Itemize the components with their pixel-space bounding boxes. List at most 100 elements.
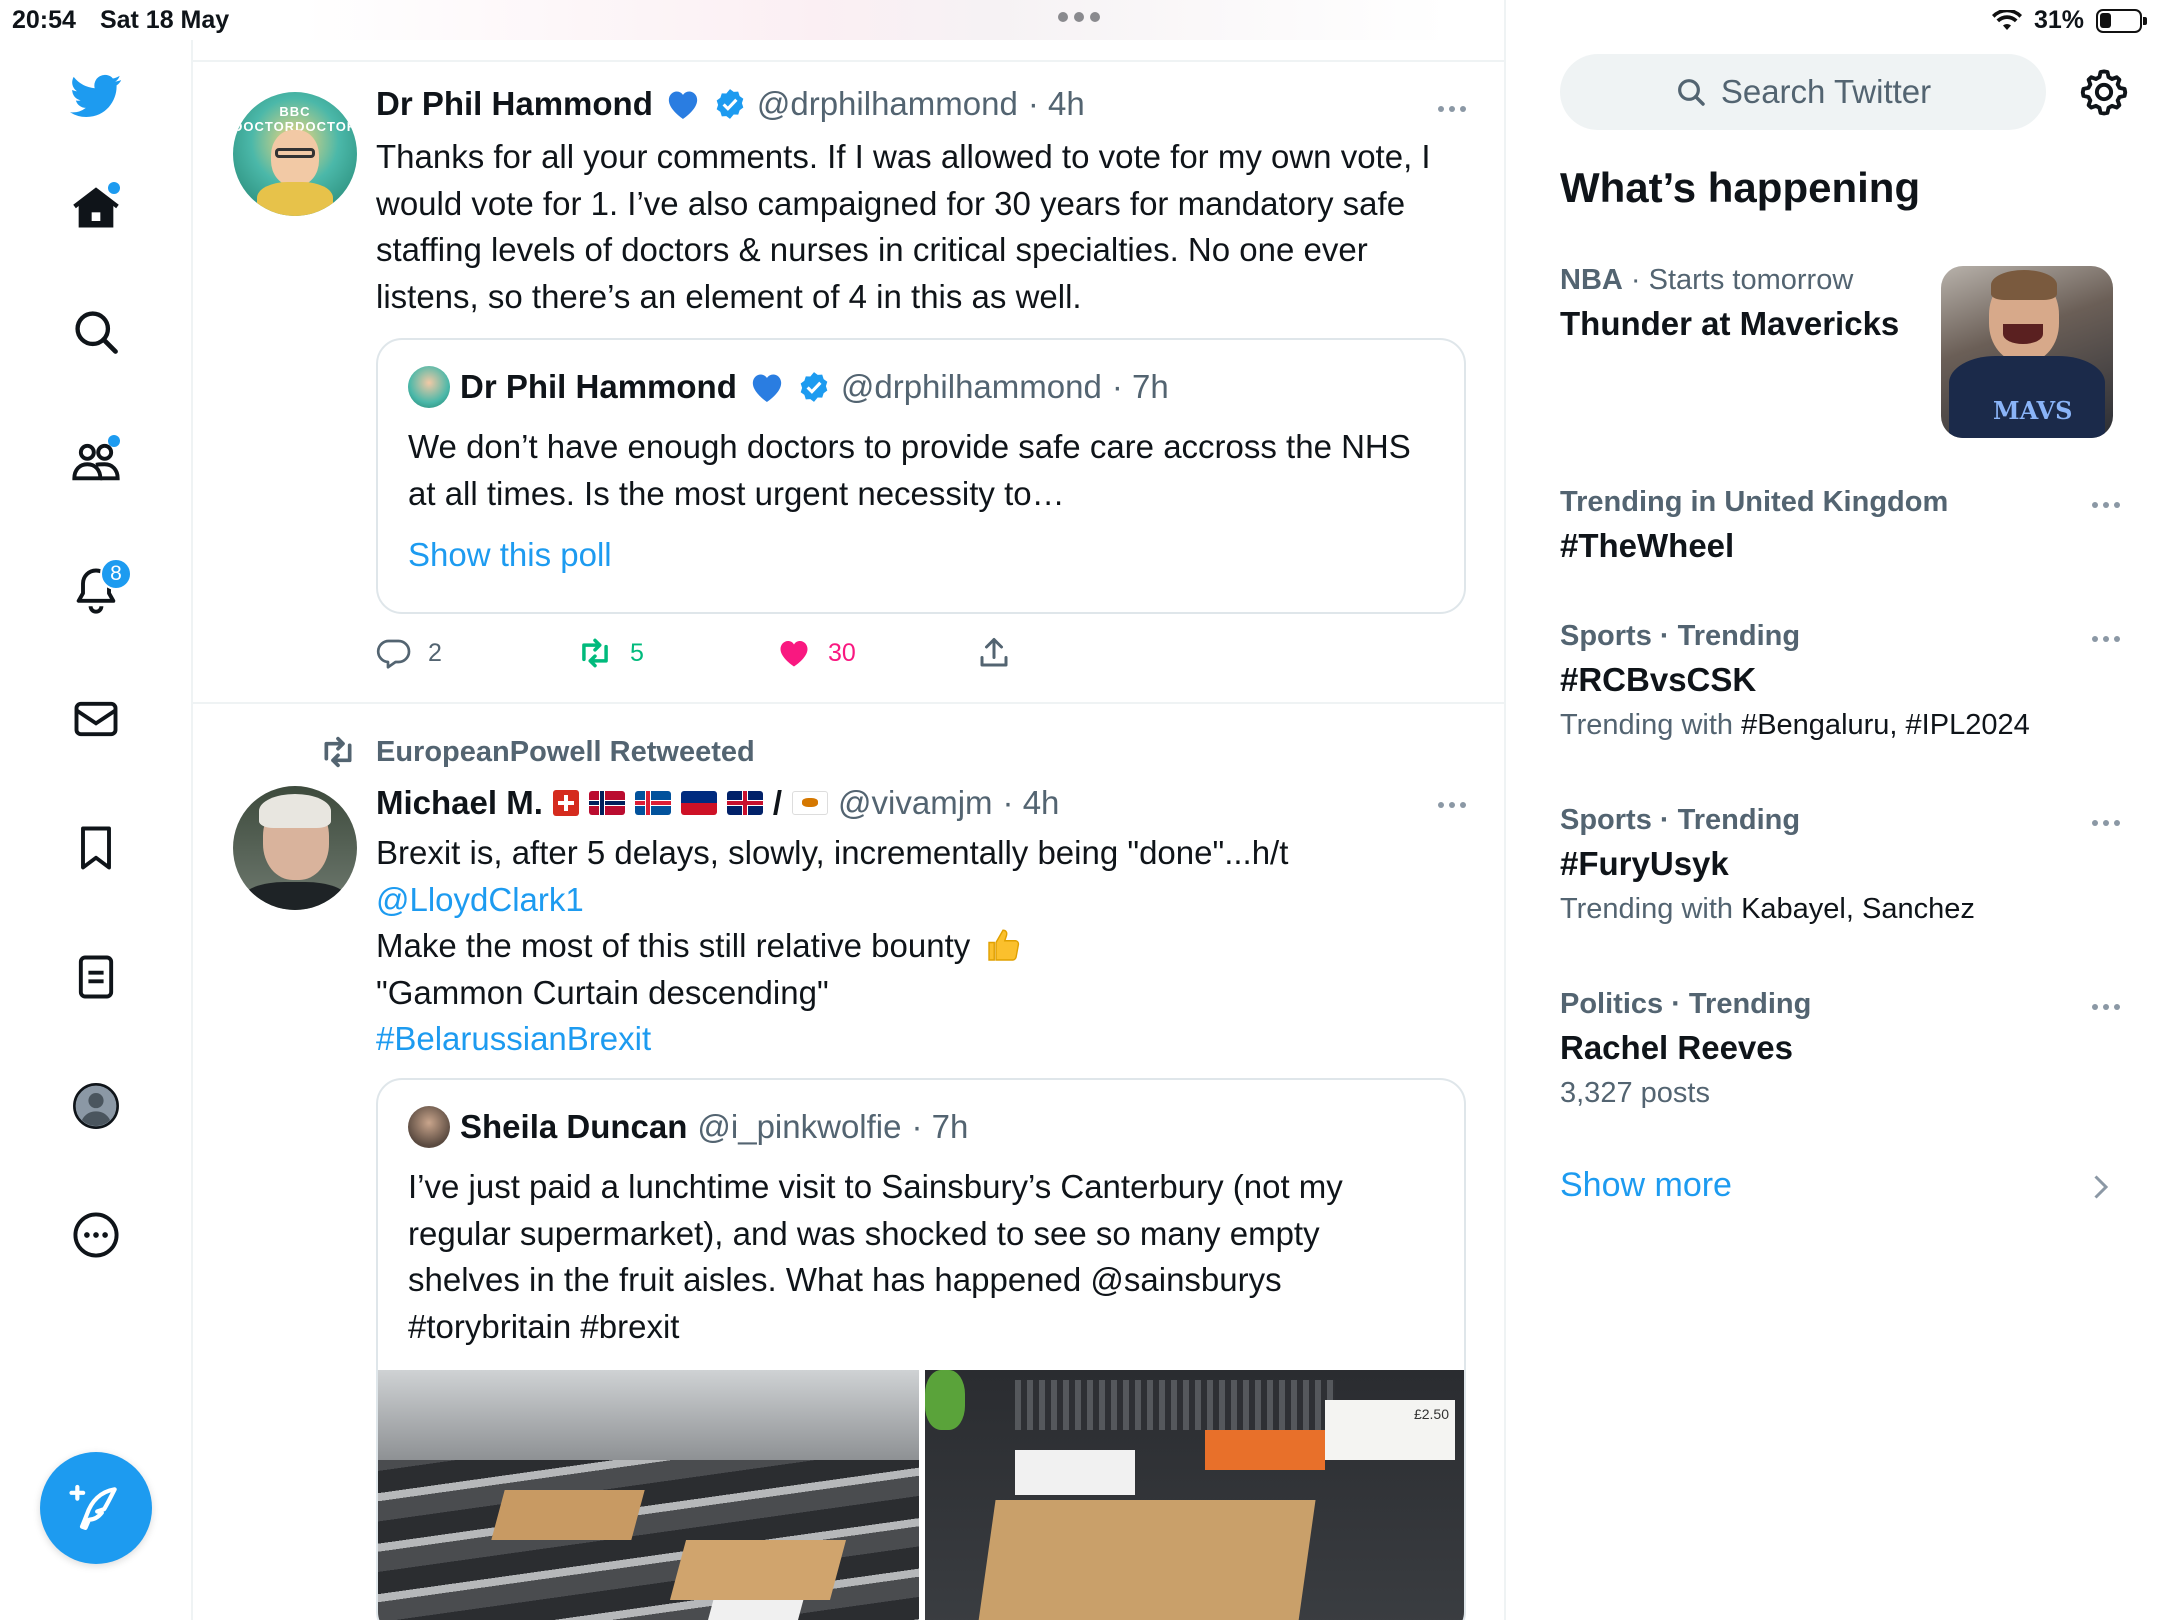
tweet-text-line: Make the most of this still relative bou… — [376, 927, 971, 964]
share-button[interactable] — [976, 635, 1012, 671]
liechtenstein-flag-icon — [680, 791, 717, 815]
tweet[interactable]: EuropeanPowell Retweeted Michael M. / @v… — [193, 704, 1506, 1620]
trend-item[interactable]: Trending in United Kingdom #TheWheel — [1560, 486, 2120, 565]
trend-name: #RCBvsCSK — [1560, 661, 1757, 698]
tweet-more-options-icon[interactable] — [1438, 106, 1466, 112]
quote-tweet-card[interactable]: Sheila Duncan @i_pinkwolfie · 7h I’ve ju… — [376, 1078, 1466, 1620]
retweet-count: 5 — [630, 638, 644, 667]
retweet-icon — [582, 638, 608, 668]
trend-meta: Trending in United Kingdom — [1560, 486, 1949, 518]
trend-more-options-icon[interactable] — [2092, 820, 2120, 826]
tweet-text-line: Brexit is, after 5 delays, slowly, incre… — [376, 834, 1289, 871]
lists-icon[interactable] — [60, 941, 132, 1013]
trend-post-count: 3,327 posts — [1560, 1077, 1710, 1109]
avatar[interactable] — [233, 786, 357, 910]
tweet-actions: 2 5 30 — [376, 634, 1012, 672]
trend-meta: · Starts tomorrow — [1622, 264, 1854, 296]
quote-media-image-2[interactable]: £2.50 — [925, 1370, 1464, 1620]
trend-meta: Sports · Trending — [1560, 804, 1801, 836]
right-sidebar: Search Twitter What’s happening NBA · St… — [1508, 40, 2160, 1620]
blue-heart-emoji-icon — [668, 91, 698, 119]
search-input[interactable]: Search Twitter — [1560, 54, 2046, 130]
chevron-right-icon[interactable] — [2088, 1172, 2112, 1202]
wifi-icon — [1991, 9, 2022, 30]
more-options-icon[interactable] — [60, 1199, 132, 1271]
avatar[interactable]: BBC DOCTORDOCTOR — [233, 92, 357, 216]
quote-handle: @drphilhammond — [840, 368, 1102, 405]
quote-timestamp: · 7h — [911, 1108, 969, 1145]
display-name[interactable]: Dr Phil Hammond — [376, 85, 653, 123]
nba-event-image[interactable]: MAVS — [1941, 266, 2113, 438]
trend-with-values: #Bengaluru, #IPL2024 — [1741, 709, 2030, 741]
tweet-more-options-icon[interactable] — [1438, 802, 1466, 808]
communities-icon[interactable] — [60, 425, 132, 497]
reply-button[interactable]: 2 — [376, 635, 576, 671]
explore-search-icon[interactable] — [60, 296, 132, 368]
retweeted-by-label: EuropeanPowell Retweeted — [376, 735, 755, 768]
trend-with-label: Trending with — [1560, 709, 1742, 741]
settings-gear-icon[interactable] — [2078, 66, 2130, 118]
quote-avatar — [408, 1106, 450, 1148]
search-icon — [1677, 79, 1705, 106]
blue-heart-emoji-icon — [752, 374, 782, 402]
thumbs-up-emoji-icon — [988, 929, 1020, 961]
quote-display-name: Sheila Duncan — [460, 1108, 688, 1145]
compose-feather-icon — [69, 1484, 117, 1530]
trend-meta: Sports · Trending — [1560, 620, 1801, 652]
iceland-flag-icon — [634, 791, 671, 815]
trend-with-values: Kabayel, Sanchez — [1741, 893, 1975, 925]
messages-envelope-icon[interactable] — [60, 683, 132, 755]
verified-badge-icon — [716, 89, 744, 119]
tweet-text-line: "Gammon Curtain descending" — [376, 973, 829, 1011]
timestamp[interactable]: · 4h — [1028, 85, 1085, 123]
hashtag-link[interactable]: #BelarussianBrexit — [376, 1016, 1466, 1063]
uk-flag-icon — [726, 791, 763, 815]
price-tag: £2.50 — [1325, 1400, 1455, 1460]
quote-text: We don’t have enough doctors to provide … — [408, 428, 1411, 512]
notifications-bell-icon[interactable]: 8 — [60, 554, 132, 626]
quote-avatar — [408, 366, 450, 408]
compose-tweet-button[interactable] — [40, 1452, 152, 1564]
communities-unread-dot — [108, 435, 120, 447]
mention-link[interactable]: @LloydClark1 — [376, 877, 1466, 924]
timestamp[interactable]: · 4h — [1003, 784, 1060, 822]
quote-text: I’ve just paid a lunchtime visit to Sain… — [408, 1168, 1343, 1345]
trend-name: #FuryUsyk — [1560, 845, 1729, 882]
handle[interactable]: @vivamjm — [838, 784, 993, 822]
quote-handle: @i_pinkwolfie — [697, 1108, 902, 1145]
quote-media-image-1[interactable] — [378, 1370, 919, 1620]
retweet-icon — [324, 736, 352, 768]
search-placeholder: Search Twitter — [1720, 73, 1932, 110]
tweet[interactable]: BBC DOCTORDOCTOR Dr Phil Hammond @drphil… — [193, 62, 1506, 702]
profile-avatar-icon[interactable] — [60, 1070, 132, 1142]
trend-item[interactable]: Politics · Trending Rachel Reeves 3,327 … — [1560, 988, 2120, 1110]
home-icon[interactable] — [60, 172, 132, 244]
trend-more-options-icon[interactable] — [2092, 636, 2120, 642]
jersey-text: MAVS — [1993, 396, 2073, 425]
whats-happening-title: What’s happening — [1560, 164, 1921, 211]
battery-percent: 31% — [2033, 6, 2084, 34]
trend-category: NBA — [1560, 264, 1623, 296]
verified-badge-icon — [800, 372, 828, 402]
bookmarks-icon[interactable] — [60, 812, 132, 884]
like-button[interactable]: 30 — [776, 635, 976, 671]
cyprus-flag-icon — [792, 791, 829, 815]
trend-more-options-icon[interactable] — [2092, 502, 2120, 508]
home-unread-dot — [108, 182, 120, 194]
tweet-text: Thanks for all your comments. If I was a… — [376, 138, 1431, 315]
twitter-logo-icon[interactable] — [60, 60, 132, 132]
trend-name: #TheWheel — [1560, 527, 1735, 564]
retweet-context[interactable]: EuropeanPowell Retweeted — [318, 732, 755, 772]
quote-tweet-card[interactable]: Dr Phil Hammond @drphilhammond · 7h We d… — [376, 338, 1466, 614]
retweet-button[interactable]: 5 — [576, 634, 776, 672]
left-nav: 8 — [0, 40, 193, 1620]
show-more-link[interactable]: Show more — [1560, 1166, 1732, 1205]
display-name[interactable]: Michael M. — [376, 784, 543, 822]
trend-more-options-icon[interactable] — [2092, 1004, 2120, 1010]
trend-item[interactable]: Sports · Trending #FuryUsyk Trending wit… — [1560, 804, 2120, 926]
handle[interactable]: @drphilhammond — [757, 85, 1018, 123]
battery-fill — [2100, 12, 2111, 28]
show-poll-link[interactable]: Show this poll — [408, 532, 1428, 579]
trend-with-label: Trending with — [1560, 893, 1742, 925]
trend-item[interactable]: Sports · Trending #RCBvsCSK Trending wit… — [1560, 620, 2120, 742]
